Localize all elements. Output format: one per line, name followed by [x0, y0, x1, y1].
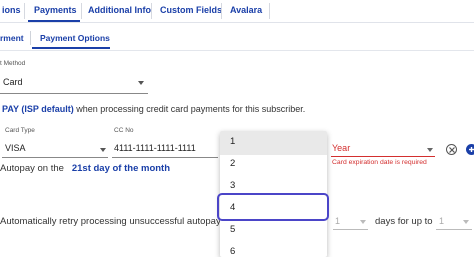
tab-separator — [269, 3, 270, 19]
dropdown-option-label: 5 — [230, 224, 236, 235]
dropdown-option-6[interactable]: 6 — [220, 241, 327, 257]
subtab-payment-method[interactable]: rment — [0, 33, 24, 43]
chevron-down-icon[interactable] — [138, 81, 144, 85]
chevron-down-icon[interactable] — [100, 148, 106, 152]
dropdown-option-5[interactable]: 5 — [220, 219, 327, 241]
card-type-select[interactable] — [2, 157, 108, 158]
chevron-down-icon[interactable] — [360, 220, 366, 224]
chevron-down-icon[interactable] — [427, 148, 433, 152]
year-error-message: Card expiration date is required — [332, 159, 427, 166]
subtab-payment-options[interactable]: Payment Options — [40, 33, 110, 43]
top-tab-bar: ions Payments Additional Info Custom Fie… — [0, 0, 474, 23]
subtab-separator — [30, 31, 31, 45]
dropdown-option-label: 1 — [230, 136, 236, 147]
tab-avalara[interactable]: Avalara — [230, 0, 262, 20]
payment-method-select[interactable] — [0, 93, 148, 94]
dropdown-option-1[interactable]: 1 — [220, 131, 327, 153]
dropdown-option-2[interactable]: 2 — [220, 153, 327, 175]
retry-count-value[interactable]: 1 — [335, 216, 340, 226]
retry-upto-value[interactable]: 1 — [439, 216, 444, 226]
autopay-day-prefix: Autopay on the — [0, 163, 64, 174]
active-subtab-indicator — [32, 47, 110, 49]
cc-no-input[interactable]: 4111-1111-1111-1111 — [114, 143, 196, 153]
cc-no-underline — [112, 157, 218, 158]
retry-upto-select[interactable] — [436, 229, 472, 230]
dropdown-option-label: 6 — [230, 246, 236, 257]
dropdown-option-label: 2 — [230, 158, 236, 169]
selected-option-highlight — [217, 193, 329, 221]
sub-tab-bar: rment Payment Options — [0, 22, 474, 51]
tab-payments[interactable]: Payments — [34, 0, 77, 20]
dropdown-option-label: 3 — [230, 180, 236, 191]
tab-additional-info[interactable]: Additional Info — [88, 0, 151, 20]
chevron-down-icon[interactable] — [463, 220, 469, 224]
autopay-info-text: PAY (ISP default) when processing credit… — [2, 104, 305, 114]
autopay-day-text: Autopay on the 21st day of the month — [0, 163, 170, 174]
card-type-label: Card Type — [5, 127, 35, 134]
year-underline — [331, 156, 435, 157]
add-icon[interactable] — [466, 144, 474, 155]
autopay-info-rest: when processing credit card payments for… — [73, 104, 306, 114]
tab-separator — [221, 3, 222, 19]
tab-options[interactable]: ions — [2, 0, 21, 20]
card-type-value: VISA — [5, 143, 26, 153]
autopay-day-value[interactable]: 21st day of the month — [72, 163, 170, 174]
year-select[interactable]: Year — [332, 143, 350, 153]
retry-count-select[interactable] — [333, 229, 368, 230]
tab-separator — [151, 3, 152, 19]
autopay-default-label: PAY (ISP default) — [2, 104, 74, 114]
tab-separator — [24, 3, 25, 19]
cc-no-label: CC No — [114, 127, 134, 134]
retry-text: Automatically retry processing unsuccess… — [0, 216, 244, 227]
payment-method-value: Card — [3, 77, 23, 87]
close-icon[interactable] — [446, 144, 457, 155]
payment-method-label: t Method — [0, 60, 26, 67]
tab-separator — [81, 3, 82, 19]
tab-custom-fields[interactable]: Custom Fields — [160, 0, 222, 20]
days-text: days for up to — [375, 216, 433, 227]
